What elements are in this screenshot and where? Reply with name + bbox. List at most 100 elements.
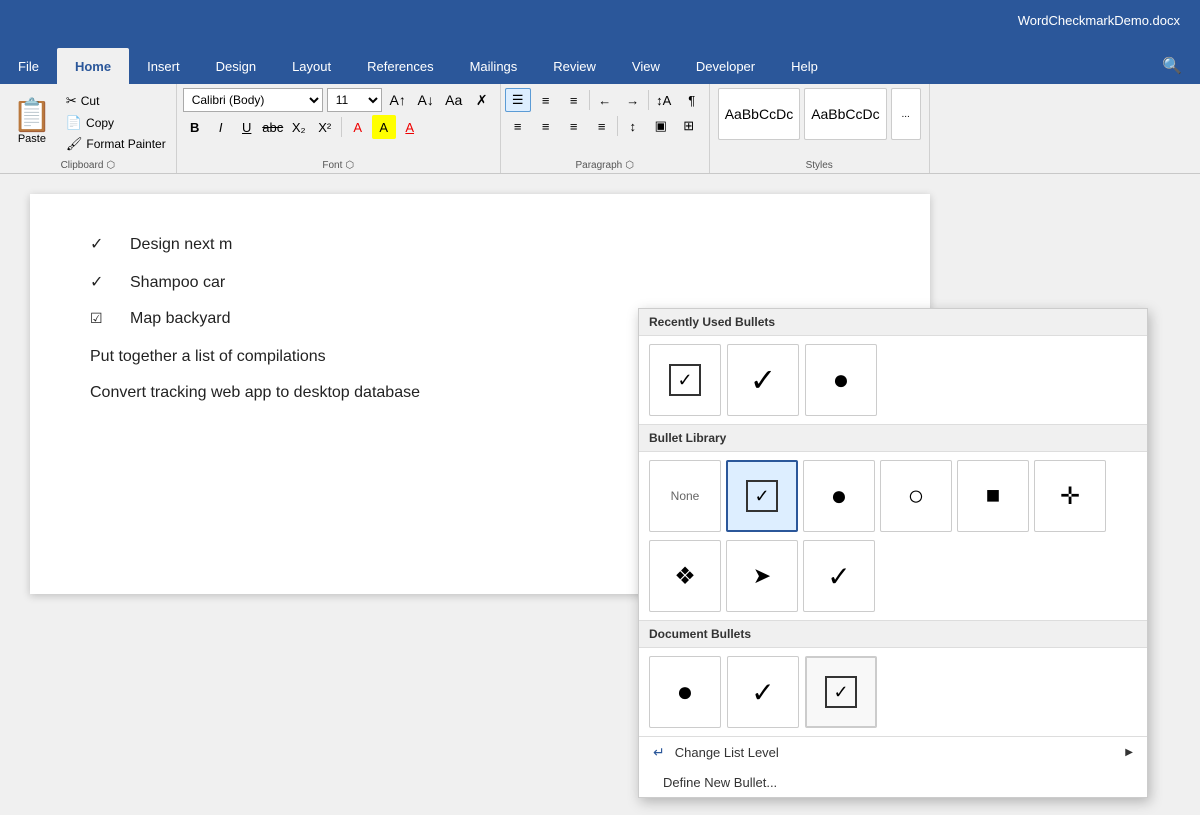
divider	[589, 90, 590, 110]
style-no-spacing[interactable]: AaBbCcDc	[804, 88, 886, 140]
tab-view[interactable]: View	[614, 48, 678, 84]
library-bullet-cross[interactable]: ✛	[1034, 460, 1106, 532]
format-painter-icon: 🖌	[66, 136, 83, 152]
clipboard-expand-icon[interactable]: ⬡	[106, 160, 115, 171]
underline-button[interactable]: U	[235, 115, 259, 139]
tab-file[interactable]: File	[0, 48, 57, 84]
doc-line-1: ✓ Design next m	[90, 234, 870, 254]
change-list-level-item[interactable]: ↵ Change List Level ▶	[639, 737, 1147, 768]
recently-used-title: Recently Used Bullets	[639, 309, 1147, 336]
doc-bullet-checkmark[interactable]: ✓	[727, 656, 799, 728]
checkmark-symbol: ✓	[750, 361, 777, 399]
paragraph-group-label: Paragraph ⬡	[501, 160, 709, 171]
library-bullet-diamond[interactable]: ❖	[649, 540, 721, 612]
format-painter-button[interactable]: 🖌 Format Painter	[60, 133, 172, 155]
recent-bullet-circle[interactable]: ●	[805, 344, 877, 416]
font-color-button[interactable]: A	[346, 115, 370, 139]
style-normal[interactable]: AaBbCcDc	[718, 88, 800, 140]
change-case-button[interactable]: Aa	[442, 88, 466, 112]
clipboard-group-label: Clipboard ⬡	[0, 160, 176, 171]
line-spacing-button[interactable]: ↕	[620, 114, 646, 138]
highlight-button[interactable]: A	[372, 115, 396, 139]
align-right-button[interactable]: ≡	[561, 114, 587, 138]
tab-review[interactable]: Review	[535, 48, 614, 84]
show-hide-button[interactable]: ¶	[679, 88, 705, 112]
doc-text-4[interactable]: Put together a list of compilations	[90, 348, 326, 366]
title-bar: WordCheckmarkDemo.docx	[0, 0, 1200, 40]
doc-bullet-checkbox[interactable]: ✓	[805, 656, 877, 728]
doc-text-3[interactable]: Map backyard	[130, 310, 231, 328]
library-bullet-arrow[interactable]: ➤	[726, 540, 798, 612]
document-bullets-title: Document Bullets	[639, 621, 1147, 648]
paragraph-expand-icon[interactable]: ⬡	[625, 160, 634, 171]
borders-button[interactable]: ⊞	[676, 114, 702, 138]
document-title: WordCheckmarkDemo.docx	[1018, 13, 1180, 28]
bold-button[interactable]: B	[183, 115, 207, 139]
numbered-list-button[interactable]: ≡	[533, 88, 559, 112]
doc-text-2[interactable]: Shampoo car	[130, 274, 225, 292]
tab-layout[interactable]: Layout	[274, 48, 349, 84]
library-bullet-none[interactable]: None	[649, 460, 721, 532]
search-button[interactable]: 🔍	[1144, 48, 1200, 84]
align-center-button[interactable]: ≡	[533, 114, 559, 138]
tab-developer[interactable]: Developer	[678, 48, 773, 84]
font-size-select[interactable]: 11	[327, 88, 382, 112]
decrease-indent-button[interactable]: ←	[592, 88, 618, 112]
submenu-arrow: ▶	[1125, 747, 1133, 758]
text-color-button[interactable]: A	[398, 115, 422, 139]
recent-bullet-checkbox[interactable]: ✓	[649, 344, 721, 416]
format-painter-label: Format Painter	[86, 137, 165, 151]
multilevel-list-button[interactable]: ≡	[561, 88, 587, 112]
superscript-button[interactable]: X²	[313, 115, 337, 139]
tab-references[interactable]: References	[349, 48, 451, 84]
increase-indent-button[interactable]: →	[620, 88, 646, 112]
paragraph-row-1: ☰ ≡ ≡ ← → ↕A ¶	[505, 88, 705, 112]
style-more[interactable]: ...	[891, 88, 921, 140]
increase-font-button[interactable]: A↑	[386, 88, 410, 112]
tab-design[interactable]: Design	[198, 48, 274, 84]
clipboard-group: 📋 Paste ✂ Cut 📄 Copy 🖌 Format Painter Cl…	[0, 84, 177, 173]
copy-icon: 📄	[66, 115, 82, 131]
bullets-button[interactable]: ☰	[505, 88, 531, 112]
subscript-button[interactable]: X₂	[287, 115, 311, 139]
font-expand-icon[interactable]: ⬡	[345, 160, 354, 171]
doc-text-5[interactable]: Convert tracking web app to desktop data…	[90, 384, 420, 402]
shading-button[interactable]: ▣	[648, 114, 674, 138]
divider	[341, 117, 342, 137]
tab-mailings[interactable]: Mailings	[452, 48, 536, 84]
tab-help[interactable]: Help	[773, 48, 836, 84]
bullet-3: ☑	[90, 310, 114, 327]
font-name-row: Calibri (Body) 11 A↑ A↓ Aa ✗	[183, 88, 494, 112]
library-bullet-open-circle[interactable]: ○	[880, 460, 952, 532]
doc-text-1[interactable]: Design next m	[130, 236, 232, 254]
copy-label: Copy	[86, 116, 114, 130]
cut-label: Cut	[81, 94, 100, 108]
divider	[648, 90, 649, 110]
tab-home[interactable]: Home	[57, 48, 129, 84]
font-name-select[interactable]: Calibri (Body)	[183, 88, 323, 112]
clear-formatting-button[interactable]: ✗	[470, 88, 494, 112]
library-bullet-checkbox[interactable]: ✓	[726, 460, 798, 532]
justify-button[interactable]: ≡	[589, 114, 615, 138]
copy-button[interactable]: 📄 Copy	[60, 112, 172, 134]
doc-bullet-circle[interactable]: ●	[649, 656, 721, 728]
define-new-bullet-item[interactable]: Define New Bullet...	[639, 768, 1147, 797]
change-list-level-label: Change List Level	[675, 745, 779, 760]
strikethrough-button[interactable]: abc	[261, 115, 285, 139]
library-bullet-filled-circle[interactable]: ●	[803, 460, 875, 532]
paste-label: Paste	[18, 133, 46, 145]
paste-button[interactable]: 📋 Paste	[4, 88, 60, 155]
library-bullet-checkmark[interactable]: ✓	[803, 540, 875, 612]
library-bullet-square[interactable]: ■	[957, 460, 1029, 532]
tab-insert[interactable]: Insert	[129, 48, 198, 84]
cut-button[interactable]: ✂ Cut	[60, 90, 172, 112]
decrease-font-button[interactable]: A↓	[414, 88, 438, 112]
bullet-1: ✓	[90, 234, 114, 254]
align-left-button[interactable]: ≡	[505, 114, 531, 138]
sort-button[interactable]: ↕A	[651, 88, 677, 112]
italic-button[interactable]: I	[209, 115, 233, 139]
recent-bullet-checkmark[interactable]: ✓	[727, 344, 799, 416]
styles-group-label: Styles	[710, 160, 929, 171]
change-list-level-icon: ↵	[653, 744, 665, 761]
library-checkbox-symbol: ✓	[746, 480, 778, 512]
